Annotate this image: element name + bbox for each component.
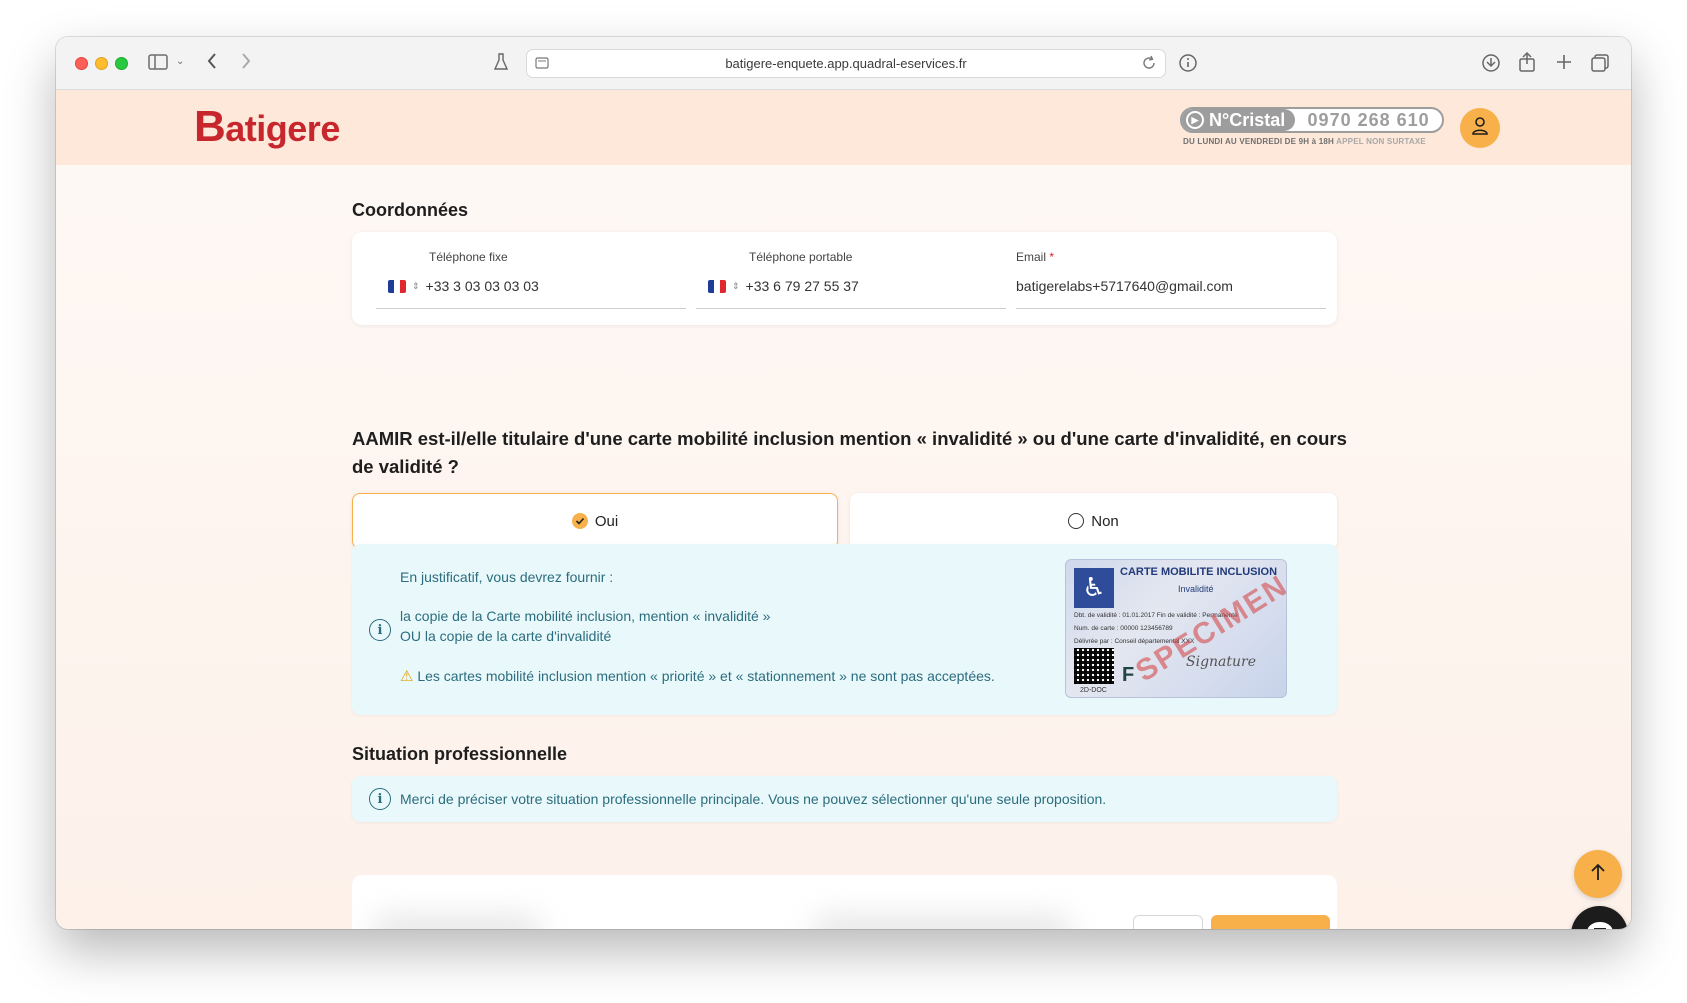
zoom-window-button[interactable] — [115, 57, 128, 70]
minimize-window-button[interactable] — [95, 57, 108, 70]
arrow-up-icon — [1590, 862, 1606, 886]
cristal-phone-banner: ▶ N°Cristal 0970 268 610 — [1180, 107, 1444, 133]
cristal-hours: DU LUNDI AU VENDREDI DE 9H à 18H APPEL N… — [1183, 137, 1426, 146]
phone-fixed-field[interactable]: ⇕ +33 3 03 03 03 03 — [388, 278, 539, 294]
card-specimen-image: ♿ CARTE MOBILITE INCLUSION Invalidité Db… — [1065, 559, 1287, 698]
back-icon[interactable] — [206, 52, 218, 70]
info-icon: i — [369, 788, 391, 810]
justificatif-line-2: OU la copie de la carte d'invalidité — [400, 628, 612, 644]
browser-toolbar: ⌄ batigere-enquete.app.quadral-eservices… — [56, 37, 1631, 90]
phone-mobile-label: Téléphone portable — [749, 250, 853, 264]
address-bar[interactable]: batigere-enquete.app.quadral-eservices.f… — [526, 49, 1166, 78]
batigere-logo[interactable]: Batigere — [194, 102, 340, 152]
empty-radio-icon — [1068, 513, 1085, 529]
section-title-situation: Situation professionnelle — [352, 744, 568, 764]
reload-icon[interactable] — [1141, 55, 1157, 71]
qr-code — [1074, 648, 1114, 684]
browser-window: ⌄ batigere-enquete.app.quadral-eservices… — [56, 37, 1631, 929]
email-field[interactable]: batigerelabs+5717640@gmail.com — [1016, 278, 1233, 294]
country-select-icon[interactable]: ⇕ — [732, 281, 740, 291]
tab-overview-icon[interactable] — [1590, 53, 1610, 73]
poursuivre-button[interactable]: Poursuivre — [1211, 915, 1330, 929]
option-oui[interactable]: Oui — [352, 493, 838, 549]
cristal-label: N°Cristal — [1209, 109, 1286, 130]
share-icon[interactable] — [1518, 51, 1536, 73]
flask-icon[interactable] — [494, 53, 508, 71]
checked-radio-icon — [571, 513, 588, 529]
scroll-to-top-button[interactable] — [1574, 850, 1622, 898]
phone-mobile-field[interactable]: ⇕ +33 6 79 27 55 37 — [708, 278, 859, 294]
country-select-icon[interactable]: ⇕ — [412, 281, 420, 291]
url-text: batigere-enquete.app.quadral-eservices.f… — [725, 56, 967, 71]
arrow-left-icon — [1159, 924, 1177, 930]
justificatif-intro: En justificatif, vous devrez fournir : — [400, 569, 614, 585]
site-header: Batigere ▶ N°Cristal 0970 268 610 DU LUN… — [56, 90, 1631, 165]
justificatif-warning: ⚠ Les cartes mobilité inclusion mention … — [400, 668, 995, 685]
invalidity-card-question: AAMIR est-il/elle titulaire d'une carte … — [352, 428, 1347, 477]
close-window-button[interactable] — [75, 57, 88, 70]
chat-bubble-icon — [1585, 919, 1615, 929]
user-account-button[interactable] — [1460, 108, 1500, 148]
justificatif-line-1: la copie de la Carte mobilité inclusion,… — [400, 608, 771, 624]
phone-fixed-label: Téléphone fixe — [429, 250, 508, 264]
option-non[interactable]: Non — [850, 493, 1337, 549]
info-circle-icon[interactable] — [1178, 53, 1198, 73]
previous-button[interactable] — [1133, 915, 1203, 929]
new-tab-icon[interactable] — [1555, 53, 1573, 71]
forward-icon[interactable] — [240, 52, 252, 70]
chevron-down-icon[interactable]: ⌄ — [176, 57, 184, 67]
info-icon: i — [369, 619, 391, 641]
download-icon[interactable] — [1481, 53, 1501, 73]
coordonnees-card: Téléphone fixe ⇕ +33 3 03 03 03 03 Télép… — [352, 232, 1337, 325]
sidebar-toggle-icon[interactable] — [148, 54, 168, 70]
section-title-coordonnees: Coordonnées — [352, 200, 469, 220]
cristal-number: 0970 268 610 — [1307, 109, 1430, 130]
france-flag-icon[interactable] — [708, 279, 726, 293]
email-label: Email * — [1016, 250, 1055, 264]
wheelchair-icon: ♿ — [1074, 568, 1114, 608]
main-content: Coordonnées Téléphone fixe ⇕ +33 3 03 03… — [56, 165, 1631, 929]
situation-info-text: Merci de préciser votre situation profes… — [400, 791, 1107, 807]
user-icon — [1471, 116, 1489, 140]
chat-button[interactable] — [1571, 906, 1628, 929]
france-flag-icon[interactable] — [388, 279, 406, 293]
play-icon: ▶ — [1186, 111, 1204, 129]
warning-icon: ⚠ — [400, 668, 414, 685]
